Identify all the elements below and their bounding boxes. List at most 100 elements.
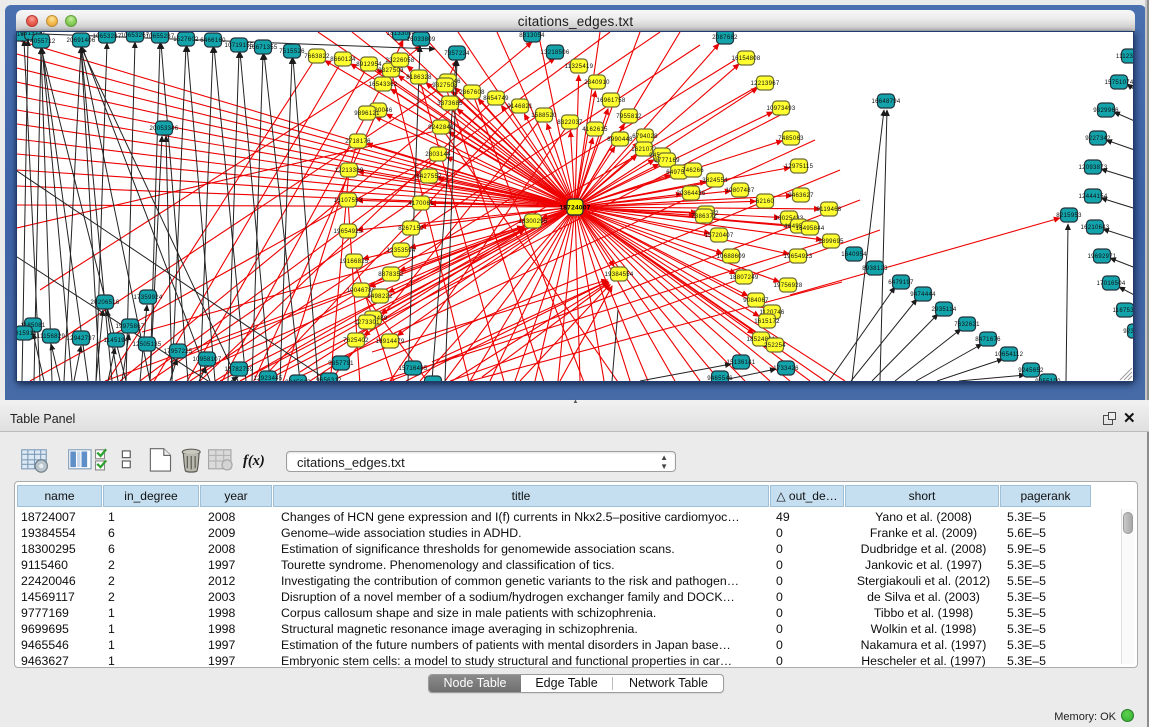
svg-text:8878352: 8878352 xyxy=(378,272,404,278)
svg-text:1167533: 1167533 xyxy=(1112,308,1133,314)
svg-text:16961758: 16961758 xyxy=(596,98,625,104)
svg-text:9245012: 9245012 xyxy=(285,380,311,381)
svg-text:1615172: 1615172 xyxy=(754,319,780,325)
svg-text:16210643: 16210643 xyxy=(1080,225,1109,231)
svg-text:9777169: 9777169 xyxy=(654,158,680,164)
svg-text:9327503: 9327503 xyxy=(378,68,404,74)
svg-text:17016504: 17016504 xyxy=(1096,281,1125,287)
svg-text:9242848: 9242848 xyxy=(428,125,454,131)
svg-text:19692971: 19692971 xyxy=(1087,254,1116,260)
svg-text:17957225: 17957225 xyxy=(163,349,192,355)
svg-text:f(x): f(x) xyxy=(243,453,265,469)
svg-text:12942737: 12942737 xyxy=(66,336,95,342)
svg-text:16782759: 16782759 xyxy=(224,367,253,373)
svg-text:10653287: 10653287 xyxy=(92,34,121,40)
svg-text:9146821: 9146821 xyxy=(507,104,533,110)
svg-text:8990448: 8990448 xyxy=(607,137,633,143)
svg-text:12213967: 12213967 xyxy=(750,81,779,87)
svg-text:1733426: 1733426 xyxy=(773,366,799,372)
svg-text:7485063: 7485063 xyxy=(778,136,804,142)
svg-text:9857791: 9857791 xyxy=(328,361,354,367)
svg-text:9896121: 9896121 xyxy=(354,111,380,117)
svg-text:9474444: 9474444 xyxy=(910,292,936,298)
svg-text:2803144: 2803144 xyxy=(425,152,451,158)
svg-text:15720407: 15720407 xyxy=(704,233,733,239)
svg-text:3915911: 3915911 xyxy=(17,331,37,337)
svg-text:9329966: 9329966 xyxy=(1093,108,1119,114)
svg-text:16154808: 16154808 xyxy=(731,56,760,62)
svg-text:12213389: 12213389 xyxy=(334,168,363,174)
svg-text:18807249: 18807249 xyxy=(729,275,758,281)
svg-text:6479197: 6479197 xyxy=(888,280,914,286)
svg-text:10688609: 10688609 xyxy=(716,254,745,260)
svg-text:10973493: 10973493 xyxy=(766,106,795,112)
svg-text:12093873: 12093873 xyxy=(1078,165,1107,171)
svg-text:11123450: 11123450 xyxy=(1116,54,1133,60)
svg-text:9084067: 9084067 xyxy=(743,298,769,304)
svg-text:19756928: 19756928 xyxy=(773,283,802,289)
svg-text:10958107: 10958107 xyxy=(192,357,221,363)
svg-text:12505135: 12505135 xyxy=(132,342,161,348)
svg-text:9463627: 9463627 xyxy=(788,193,814,199)
svg-text:8186328: 8186328 xyxy=(406,75,432,81)
svg-text:6794028: 6794028 xyxy=(632,134,658,140)
svg-text:14055712: 14055712 xyxy=(26,39,55,45)
svg-text:1273301: 1273301 xyxy=(354,320,380,326)
svg-text:746266: 746266 xyxy=(682,168,704,174)
svg-text:10807487: 10807487 xyxy=(725,188,754,194)
svg-text:19975867: 19975867 xyxy=(115,324,144,330)
svg-text:9255100: 9255100 xyxy=(1035,379,1061,381)
svg-text:17359924: 17359924 xyxy=(133,295,162,301)
svg-text:23226058: 23226058 xyxy=(385,58,414,64)
svg-text:2087682: 2087682 xyxy=(712,35,738,41)
svg-text:20206516: 20206516 xyxy=(90,300,119,306)
svg-text:18724007: 18724007 xyxy=(559,205,590,212)
svg-text:8471676: 8471676 xyxy=(975,337,1001,343)
svg-text:16914479: 16914479 xyxy=(375,339,404,345)
svg-text:13218506: 13218506 xyxy=(540,50,569,56)
svg-text:16495844: 16495844 xyxy=(795,226,824,232)
svg-text:11325419: 11325419 xyxy=(565,64,594,70)
svg-text:7663822: 7663822 xyxy=(304,54,330,60)
svg-text:9899695: 9899695 xyxy=(818,239,844,245)
svg-text:16648794: 16648794 xyxy=(871,99,900,105)
svg-text:7632621: 7632621 xyxy=(954,322,980,328)
svg-text:19654925: 19654925 xyxy=(333,229,362,235)
svg-text:1145194: 1145194 xyxy=(103,338,128,344)
svg-text:20364436: 20364436 xyxy=(676,191,705,197)
svg-text:1498222: 1498222 xyxy=(367,294,393,300)
svg-text:16671355: 16671355 xyxy=(248,45,277,51)
svg-text:12353594: 12353594 xyxy=(386,248,415,254)
svg-text:4170061: 4170061 xyxy=(408,201,434,207)
svg-text:12444154: 12444154 xyxy=(1078,194,1107,200)
svg-text:2867608: 2867608 xyxy=(459,90,485,96)
svg-text:1527602: 1527602 xyxy=(173,37,199,43)
svg-text:11156829: 11156829 xyxy=(37,334,66,340)
svg-text:9227342: 9227342 xyxy=(1085,136,1111,142)
svg-text:9327508: 9327508 xyxy=(432,83,458,89)
svg-text:12975115: 12975115 xyxy=(785,164,814,170)
svg-text:7955812: 7955812 xyxy=(616,114,642,120)
svg-text:8215953: 8215953 xyxy=(1056,213,1082,219)
svg-text:2718176: 2718176 xyxy=(345,139,371,145)
svg-text:1588520: 1588520 xyxy=(531,113,557,119)
svg-text:7357224: 7357224 xyxy=(444,51,470,57)
svg-text:9245652: 9245652 xyxy=(1018,368,1044,374)
svg-text:8322037: 8322037 xyxy=(557,120,583,126)
svg-text:8938123: 8938123 xyxy=(862,266,888,272)
svg-text:9234509: 9234509 xyxy=(1123,329,1133,335)
svg-text:8660124: 8660124 xyxy=(330,57,356,63)
svg-text:8427552: 8427552 xyxy=(416,174,442,180)
svg-text:7386372: 7386372 xyxy=(691,214,717,220)
svg-text:19654923: 19654923 xyxy=(783,254,812,260)
svg-text:8267150: 8267150 xyxy=(398,226,424,232)
svg-text:15136141: 15136141 xyxy=(726,360,755,366)
svg-text:9119468: 9119468 xyxy=(816,207,841,213)
svg-text:20053346: 20053346 xyxy=(149,126,178,132)
svg-text:19166825: 19166825 xyxy=(339,259,368,265)
svg-text:10654112: 10654112 xyxy=(995,352,1024,358)
svg-text:15716485: 15716485 xyxy=(398,366,427,372)
svg-text:3824554: 3824554 xyxy=(702,178,728,184)
svg-text:2340910: 2340910 xyxy=(584,80,610,86)
svg-text:16543362: 16543362 xyxy=(368,82,397,88)
